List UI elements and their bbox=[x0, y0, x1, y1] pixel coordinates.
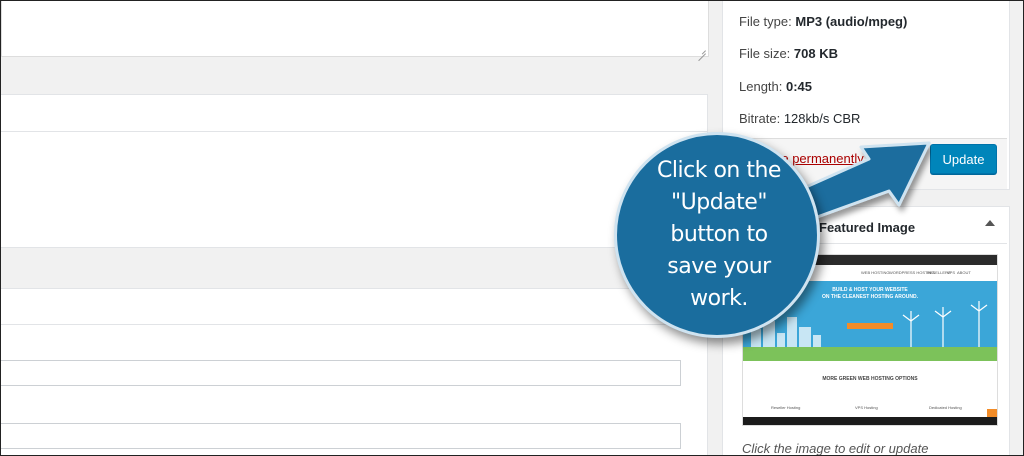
file-size-row: File size: 708 KB bbox=[739, 46, 838, 61]
thumb-col-label: Reseller Hosting bbox=[771, 405, 801, 410]
editor-screen: File type: MP3 (audio/mpeg) File size: 7… bbox=[0, 0, 1024, 456]
file-type-label: File type: bbox=[739, 14, 792, 29]
text-field[interactable] bbox=[1, 360, 681, 386]
callout-line: "Update" bbox=[671, 190, 767, 215]
thumb-nav-item: WEB HOSTING bbox=[861, 270, 890, 275]
callout-line: save your bbox=[667, 254, 771, 279]
file-type-value: MP3 (audio/mpeg) bbox=[795, 14, 908, 29]
thumb-nav-item: VPS bbox=[947, 270, 956, 275]
description-textarea[interactable] bbox=[1, 1, 709, 57]
callout-line: button to bbox=[670, 222, 768, 247]
featured-image-caption: Click the image to edit or update bbox=[742, 441, 929, 456]
thumb-col-label: VPS Hosting bbox=[855, 405, 878, 410]
update-button[interactable]: Update bbox=[930, 144, 997, 174]
thumb-section-title: MORE GREEN WEB HOSTING OPTIONS bbox=[822, 376, 918, 382]
thumb-taskbar bbox=[743, 417, 997, 425]
callout-text: Click on the "Update" button to save you… bbox=[624, 155, 814, 315]
callout-line: work. bbox=[690, 286, 748, 311]
thumb-hero-ground bbox=[743, 347, 997, 361]
toggle-panel-icon[interactable] bbox=[985, 220, 995, 226]
text-field-2[interactable] bbox=[1, 423, 681, 449]
callout-line: Click on the bbox=[657, 158, 781, 183]
metabox-header-2[interactable] bbox=[1, 288, 708, 326]
length-label: Length: bbox=[739, 79, 783, 94]
length-row: Length: 0:45 bbox=[739, 79, 812, 94]
file-type-row: File type: MP3 (audio/mpeg) bbox=[739, 14, 907, 29]
thumb-col-label: Dedicated Hosting bbox=[929, 405, 962, 410]
thumb-nav-item: ABOUT bbox=[957, 270, 971, 275]
thumb-chat-badge bbox=[987, 409, 997, 417]
file-size-value: 708 KB bbox=[793, 46, 838, 61]
length-value: 0:45 bbox=[786, 79, 813, 94]
resize-handle-icon[interactable] bbox=[698, 46, 706, 54]
file-size-label: File size: bbox=[739, 46, 791, 61]
